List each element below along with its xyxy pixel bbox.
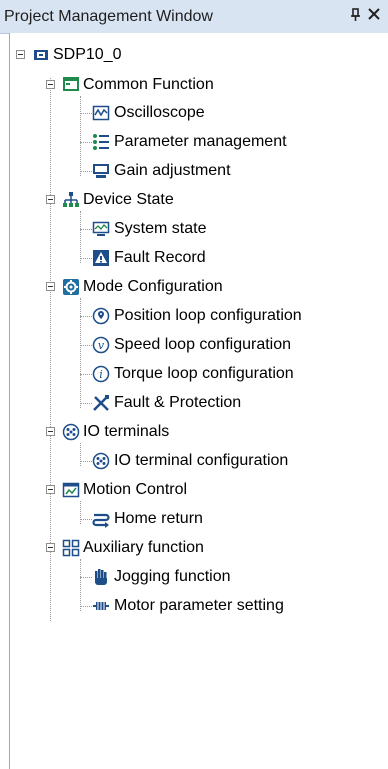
tree-group-motion-control[interactable]: Motion Control (10, 477, 380, 503)
item-label: Fault Record (114, 249, 206, 266)
home-return-icon (92, 510, 110, 528)
tree-branch-line (80, 258, 92, 259)
collapse-toggle[interactable] (46, 543, 55, 552)
close-icon[interactable] (366, 8, 382, 24)
tree-item-torque-loop-configuration[interactable]: i Torque loop configuration (10, 361, 380, 387)
tree-group-auxiliary-function[interactable]: Auxiliary function (10, 535, 380, 561)
item-label: Jogging function (114, 568, 231, 585)
collapse-toggle[interactable] (46, 80, 55, 89)
io-terminal-icon (62, 423, 80, 441)
title-bar: Project Management Window (0, 0, 388, 34)
tree-branch-line (80, 229, 92, 230)
item-label: Torque loop configuration (114, 365, 294, 382)
tree-branch-line (80, 461, 92, 462)
position-loop-icon (92, 307, 110, 325)
tree-item-position-loop-configuration[interactable]: Position loop configuration (10, 303, 380, 329)
group-label: Device State (83, 191, 174, 208)
tree-branch-line (80, 345, 92, 346)
monitor-icon (92, 220, 110, 238)
fault-record-icon (92, 249, 110, 267)
collapse-toggle[interactable] (16, 50, 25, 59)
tree-item-fault-record[interactable]: Fault Record (10, 245, 380, 271)
tree-root[interactable]: SDP10_0 (10, 42, 380, 68)
group-label: Common Function (83, 76, 214, 93)
tree-item-motor-parameter-setting[interactable]: Motor parameter setting (10, 593, 380, 619)
tree-item-speed-loop-configuration[interactable]: v Speed loop configuration (10, 332, 380, 358)
collapse-toggle[interactable] (46, 485, 55, 494)
motion-control-icon (62, 481, 80, 499)
project-management-window: Project Management Window SDP10_0 Common… (0, 0, 388, 769)
group-label: Mode Configuration (83, 278, 223, 295)
tools-icon (92, 394, 110, 412)
item-label: Speed loop configuration (114, 336, 292, 353)
tree-item-system-state[interactable]: System state (10, 216, 380, 242)
svg-text:i: i (99, 368, 103, 381)
window-title: Project Management Window (4, 8, 213, 25)
tree-item-home-return[interactable]: Home return (10, 506, 380, 532)
tree-branch-line (80, 403, 92, 404)
tree-group-mode-configuration[interactable]: Mode Configuration (10, 274, 380, 300)
gear-icon (62, 278, 80, 296)
torque-loop-icon: i (92, 365, 110, 383)
root-label: SDP10_0 (53, 46, 122, 63)
tree-item-io-terminal-configuration[interactable]: IO terminal configuration (10, 448, 380, 474)
tree-branch-line (80, 519, 92, 520)
tree-item-jogging-function[interactable]: Jogging function (10, 564, 380, 590)
item-label: Motor parameter setting (114, 597, 284, 614)
group-label: Motion Control (83, 481, 188, 498)
tree-branch-line (80, 316, 92, 317)
tree-branch-line (80, 577, 92, 578)
tree-item-oscilloscope[interactable]: Oscilloscope (10, 100, 380, 126)
item-label: Position loop configuration (114, 307, 302, 324)
motor-icon (92, 597, 110, 615)
group-label: Auxiliary function (83, 539, 204, 556)
svg-text:v: v (98, 339, 105, 352)
project-tree[interactable]: SDP10_0 Common Function Oscilloscope Par… (9, 33, 388, 769)
gain-monitor-icon (92, 162, 110, 180)
item-label: Gain adjustment (114, 162, 231, 179)
tree-group-io-terminals[interactable]: IO terminals (10, 419, 380, 445)
collapse-toggle[interactable] (46, 282, 55, 291)
collapse-toggle[interactable] (46, 427, 55, 436)
hand-jog-icon (92, 568, 110, 586)
item-label: Oscilloscope (114, 104, 205, 121)
tree-branch-line (80, 113, 92, 114)
pin-icon[interactable] (348, 8, 364, 24)
tree-branch-line (80, 374, 92, 375)
item-label: Home return (114, 510, 203, 527)
tree-branch-line (80, 142, 92, 143)
speed-loop-icon: v (92, 336, 110, 354)
function-panel-icon (62, 75, 80, 93)
tree-group-common-function[interactable]: Common Function (10, 72, 380, 98)
oscilloscope-icon (92, 104, 110, 122)
tree-item-fault-protection[interactable]: Fault & Protection (10, 390, 380, 416)
tree-branch-line (80, 606, 92, 607)
collapse-toggle[interactable] (46, 195, 55, 204)
grid-icon (62, 539, 80, 557)
network-hierarchy-icon (62, 191, 80, 209)
group-label: IO terminals (83, 423, 170, 440)
list-icon (92, 133, 110, 151)
tree-item-parameter-management[interactable]: Parameter management (10, 129, 380, 155)
item-label: IO terminal configuration (114, 452, 289, 469)
item-label: Fault & Protection (114, 394, 242, 411)
device-chip-icon (32, 46, 50, 64)
item-label: System state (114, 220, 207, 237)
tree-group-device-state[interactable]: Device State (10, 187, 380, 213)
tree-item-gain-adjustment[interactable]: Gain adjustment (10, 158, 380, 184)
item-label: Parameter management (114, 133, 287, 150)
io-terminal-icon (92, 452, 110, 470)
tree-branch-line (80, 171, 92, 172)
